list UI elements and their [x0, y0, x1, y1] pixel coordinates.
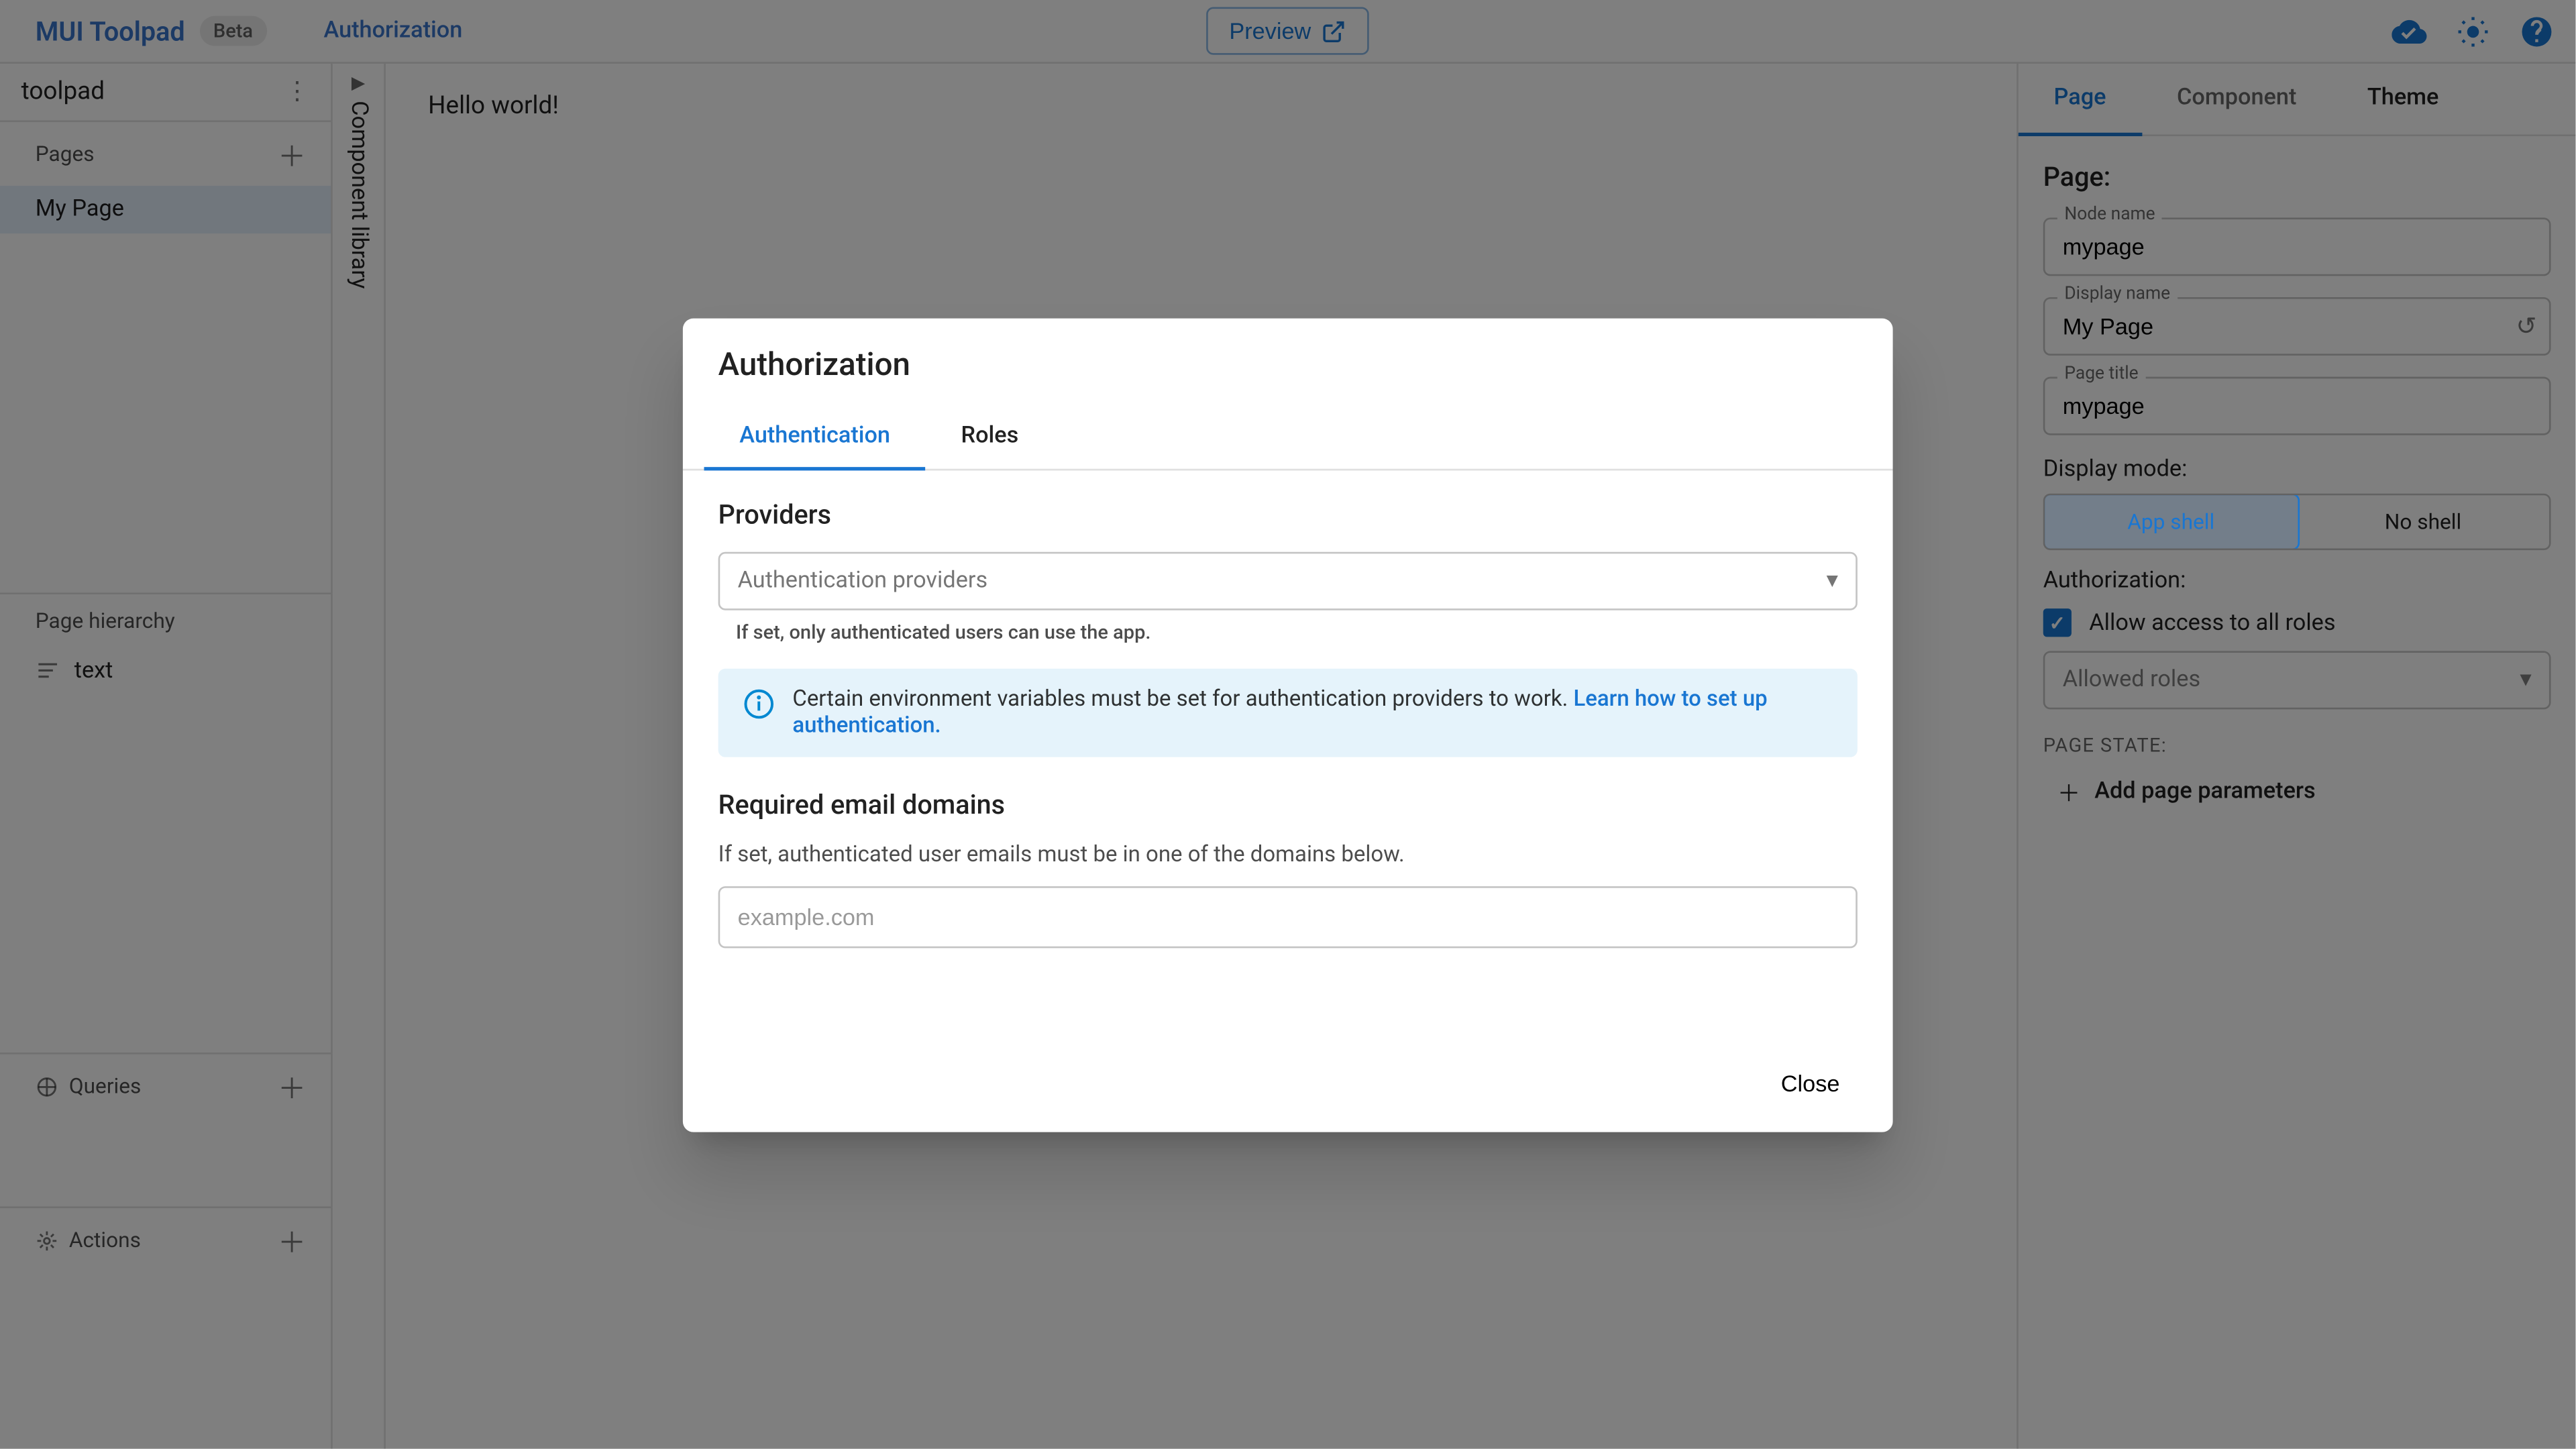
tab-authentication[interactable]: Authentication	[704, 405, 926, 470]
providers-heading: Providers	[718, 498, 1858, 529]
chevron-down-icon: ▾	[1827, 567, 1838, 594]
tab-roles[interactable]: Roles	[926, 405, 1054, 468]
providers-helper-text: If set, only authenticated users can use…	[736, 620, 1858, 643]
info-icon	[743, 687, 775, 718]
email-domain-input[interactable]	[718, 885, 1858, 947]
authorization-dialog: Authorization Authentication Roles Provi…	[683, 317, 1893, 1131]
auth-providers-select[interactable]: Authentication providers ▾	[718, 551, 1858, 609]
domains-heading: Required email domains	[718, 788, 1858, 820]
alert-text: Certain environment variables must be se…	[792, 686, 1573, 712]
info-alert: Certain environment variables must be se…	[718, 667, 1858, 756]
modal-overlay[interactable]: Authorization Authentication Roles Provi…	[0, 0, 2575, 1449]
dialog-title: Authorization	[683, 317, 1893, 404]
close-button[interactable]: Close	[1763, 1059, 1857, 1106]
domains-description: If set, authenticated user emails must b…	[718, 841, 1858, 868]
toggle-app-shell[interactable]: App shell	[2043, 494, 2299, 550]
auth-providers-placeholder: Authentication providers	[738, 567, 988, 594]
